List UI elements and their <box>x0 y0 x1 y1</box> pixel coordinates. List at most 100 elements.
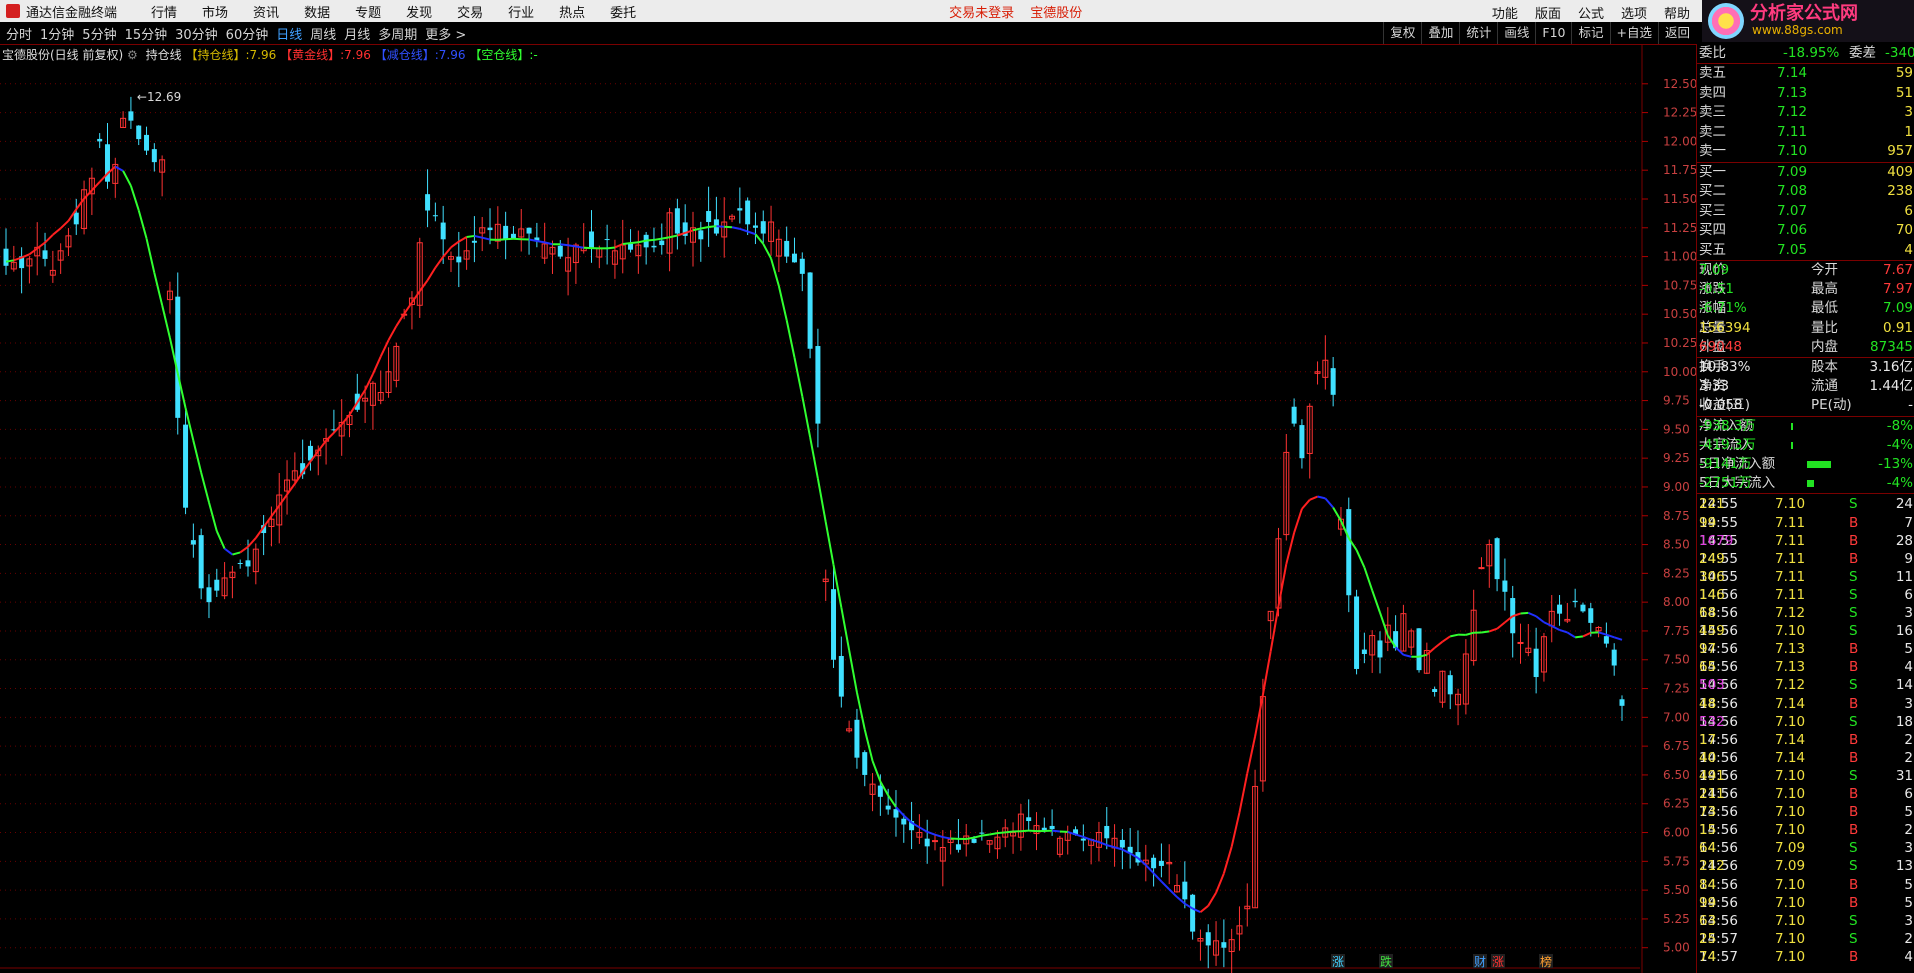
indicator-segment <box>411 290 421 304</box>
indicator-segment <box>223 547 234 556</box>
toolbar-tongji[interactable]: 统计 <box>1459 22 1497 44</box>
tick-side: S <box>1849 568 1858 585</box>
candle-body-down <box>1330 368 1336 395</box>
flow-value: -9141万 <box>1699 456 1752 472</box>
toolbar-biaoji[interactable]: 标记 <box>1571 22 1609 44</box>
stock-link[interactable]: 宝德股份 <box>1030 2 1082 21</box>
tick-row: 14:56 7.10 73 B 5 <box>1699 803 1914 822</box>
period-1min[interactable]: 1分钟 <box>40 24 74 43</box>
indicator-segment <box>1160 880 1170 891</box>
indicator-segment <box>379 339 390 357</box>
period-fenshi[interactable]: 分时 <box>6 24 32 43</box>
bid-price: 7.05 <box>1777 241 1808 258</box>
fund-row: 换手 10.83% 股本 3.16亿 <box>1699 358 1914 377</box>
indicator-segment <box>1106 844 1115 849</box>
indicator-segment <box>466 234 475 238</box>
menu-weituo[interactable]: 委托 <box>610 2 636 21</box>
flow-value: -419.3万 <box>1699 436 1757 453</box>
menu-jiaoyi[interactable]: 交易 <box>457 2 483 21</box>
indicator-segment <box>364 373 374 391</box>
period-monthly[interactable]: 月线 <box>344 24 370 43</box>
period-multi[interactable]: 多周期 <box>378 24 417 43</box>
period-60min[interactable]: 60分钟 <box>226 24 269 43</box>
candle-body-down <box>1447 675 1453 695</box>
indicator-name[interactable]: 持仓线 <box>146 48 182 62</box>
indicator-segment <box>75 198 85 210</box>
menu-banmian[interactable]: 版面 <box>1535 3 1561 22</box>
menu-gongneng[interactable]: 功能 <box>1492 3 1518 22</box>
toolbar-zixuan[interactable]: +自选 <box>1609 22 1658 44</box>
kline-chart[interactable]: 5.00 5.25 5.50 5.75 6.00 6.25 6.50 6.75 7.00 7.25… <box>0 45 1696 973</box>
candle-body-down <box>815 346 821 424</box>
tick-side: B <box>1849 731 1859 748</box>
toolbar-fanhui[interactable]: 返回 <box>1657 22 1696 44</box>
candle-body-down <box>97 138 103 142</box>
indicator-segment <box>426 267 437 281</box>
indicator-segment <box>1028 829 1037 833</box>
toolbar-fuquan[interactable]: 复权 <box>1383 22 1421 44</box>
candle-body-down <box>1041 827 1047 831</box>
menu-zixun[interactable]: 资讯 <box>253 2 279 21</box>
flow-row: 5日大宗流入 -2751万 -4% <box>1699 474 1914 493</box>
menu-zhuanti[interactable]: 专题 <box>355 2 381 21</box>
period-30min[interactable]: 30分钟 <box>175 24 218 43</box>
candle-body-down <box>1377 640 1383 658</box>
indicator-segment <box>1301 499 1311 510</box>
candle-body-down <box>183 424 189 508</box>
indicator-segment <box>247 537 257 548</box>
settings-gear-icon[interactable]: ⚙ <box>127 48 138 62</box>
tick-side: B <box>1849 532 1859 549</box>
ask-label: 卖一 <box>1699 143 1726 159</box>
indicator-segment <box>122 170 132 187</box>
brand-name: 分析家公式网 <box>1750 3 1858 24</box>
indicator-segment <box>1355 549 1366 568</box>
toolbar-diejia[interactable]: 叠加 <box>1421 22 1459 44</box>
tick-row: 14:56 7.10 15 B 2 <box>1699 821 1914 840</box>
legend-chicang-name: 持仓线 <box>197 48 234 62</box>
menu-xuanxiang[interactable]: 选项 <box>1621 3 1647 22</box>
candle-body-down <box>1361 649 1367 654</box>
indicator-segment <box>1230 812 1241 848</box>
indicator-segment <box>918 826 928 833</box>
indicator-segment <box>1575 635 1584 639</box>
menu-gongshi[interactable]: 公式 <box>1578 3 1604 22</box>
candle-body-down <box>745 200 751 225</box>
period-weekly[interactable]: 周线 <box>310 24 336 43</box>
candle-body-down <box>1572 600 1578 603</box>
indicator-segment <box>630 241 639 245</box>
bid-label: 买五 <box>1699 241 1726 258</box>
bid-price: 7.08 <box>1777 183 1808 199</box>
toolbar-huaxian[interactable]: 画线 <box>1497 22 1535 44</box>
menu-shichang[interactable]: 市场 <box>202 2 228 21</box>
toolbar-f10[interactable]: F10 <box>1535 22 1571 44</box>
menu-hangye[interactable]: 行业 <box>508 2 534 21</box>
indicator-segment <box>1535 615 1545 624</box>
tick-side: S <box>1849 605 1858 621</box>
y-tick-label: 6.50 <box>1663 768 1690 782</box>
candle-body-down <box>1494 538 1500 580</box>
menu-shuju[interactable]: 数据 <box>304 2 330 21</box>
period-daily[interactable]: 日线 <box>276 24 302 43</box>
tick-row: 14:56 7.10 84 B 5 <box>1699 876 1914 895</box>
menu-faxian[interactable]: 发现 <box>406 2 432 21</box>
login-status[interactable]: 交易未登录 <box>949 2 1014 21</box>
tick-volume: 99 <box>1699 514 1717 531</box>
indicator-segment <box>114 165 124 172</box>
flow-pct: -4% <box>1886 436 1913 453</box>
menu-bangzhu[interactable]: 帮助 <box>1664 3 1690 22</box>
candle-body-down <box>784 240 790 257</box>
y-tick-label: 7.00 <box>1663 710 1690 724</box>
period-more[interactable]: 更多 > <box>425 24 466 43</box>
indicator-segment <box>474 234 483 239</box>
indicator-segment <box>1020 829 1029 833</box>
menu-hangqing[interactable]: 行情 <box>151 2 177 21</box>
period-5min[interactable]: 5分钟 <box>82 24 116 43</box>
period-15min[interactable]: 15分钟 <box>125 24 168 43</box>
indicator-segment <box>926 830 936 836</box>
bid-volume: 4 <box>1904 241 1913 258</box>
indicator-segment <box>372 356 382 375</box>
tick-volume: 532 <box>1699 713 1725 730</box>
quote-label2: 今开 <box>1811 262 1838 278</box>
menu-redian[interactable]: 热点 <box>559 2 585 21</box>
bid-label: 买四 <box>1699 222 1726 238</box>
